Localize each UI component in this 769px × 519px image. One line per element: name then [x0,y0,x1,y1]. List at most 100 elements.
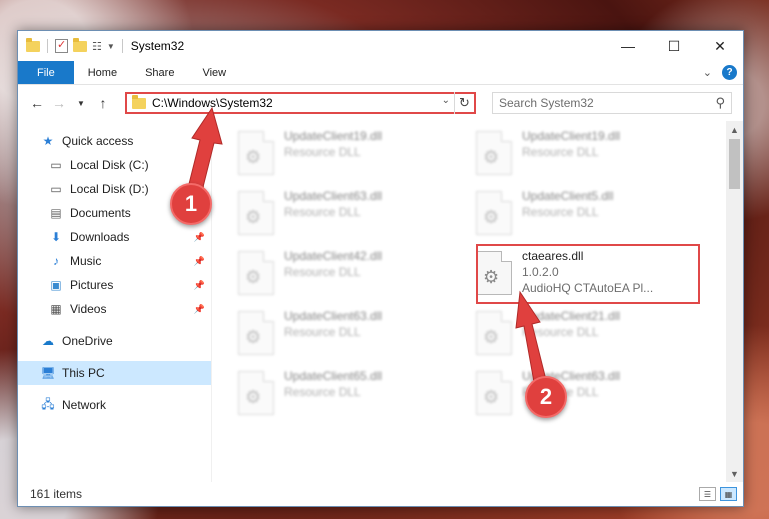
window-controls: — ☐ ✕ [605,31,743,61]
videos-icon: ▦ [50,302,62,316]
chevron-down-icon[interactable]: ▼ [107,42,115,51]
sidebar-item-onedrive[interactable]: ☁ OneDrive [18,329,211,353]
navigation-pane: ★ Quick access ▭ Local Disk (C:) ▭ Local… [18,121,212,482]
pin-icon[interactable]: 📌 [194,280,205,291]
file-description: Resource DLL [284,265,361,279]
gear-icon: ⚙ [245,327,262,347]
sidebar-item-videos[interactable]: ▦ Videos 📌 [18,297,211,321]
quick-access-toolbar: ☷ ▼ [26,37,125,53]
file-name: UpdateClient19.dll [522,129,621,143]
file-description: Resource DLL [284,145,361,159]
sidebar-item-label: This PC [62,366,105,380]
tab-share[interactable]: Share [131,61,188,84]
search-placeholder: Search System32 [499,96,594,110]
file-item[interactable]: ⚙ UpdateClient21.dll Resource DLL [476,309,701,359]
expand-ribbon-icon[interactable]: ⌄ [703,66,712,79]
file-name: UpdateClient63.dll [284,309,383,323]
file-list: ⚙ UpdateClient19.dll Resource DLL ⚙ Updat… [212,121,743,482]
content-area: ★ Quick access ▭ Local Disk (C:) ▭ Local… [18,121,743,482]
scroll-up-icon[interactable]: ▲ [726,121,743,138]
gear-icon: ⚙ [245,387,262,407]
sidebar-item-music[interactable]: ♪ Music 📌 [18,249,211,273]
scrollbar-thumb[interactable] [729,139,740,189]
sidebar-item-label: Music [70,254,102,268]
sidebar-item-label: Downloads [70,230,130,244]
refresh-icon[interactable]: ↻ [454,92,474,114]
ribbon-tabs: File Home Share View ⌄ ? [18,61,743,85]
file-item[interactable]: ⚙ UpdateClient19.dll Resource DLL [238,129,463,179]
tiles-view-icon[interactable]: ▦ [720,487,737,501]
file-item[interactable]: ⚙ UpdateClient63.dllResource DLL [238,309,463,359]
computer-icon: 🖥 [40,366,56,380]
network-icon: 🖧 [41,396,55,411]
file-item[interactable]: ⚙ UpdateClient42.dll Resource DLL [238,249,463,299]
forward-arrow-icon[interactable]: → [48,95,70,111]
help-icon[interactable]: ? [722,65,737,80]
close-button[interactable]: ✕ [697,31,743,61]
vertical-scrollbar[interactable]: ▲ ▼ [726,121,743,482]
toolbar-divider [121,39,123,53]
file-item[interactable]: ⚙ UpdateClient63.dllResource DLL [476,369,701,419]
up-arrow-icon[interactable]: ↑ [92,95,114,111]
gear-icon: ⚙ [483,207,500,227]
scroll-down-icon[interactable]: ▼ [726,465,743,482]
tab-home[interactable]: Home [74,61,131,84]
cloud-icon: ☁ [42,334,54,348]
file-item[interactable]: ⚙ UpdateClient63.dllResource DLL [238,189,463,239]
chevron-down-icon[interactable]: ⌄ [442,95,450,106]
properties-icon[interactable] [55,38,68,53]
address-path: C:\Windows\System32 [152,96,273,110]
gear-icon: ⚙ [483,327,500,347]
gear-icon: ⚙ [245,147,262,167]
explorer-window: ☷ ▼ System32 — ☐ ✕ File Home Share View … [17,30,744,507]
view-toggle: ☰ ▦ [699,487,737,501]
drive-icon: ▭ [50,182,62,196]
pin-icon[interactable]: 📌 [194,232,205,243]
minimize-button[interactable]: — [605,31,651,61]
item-count: 161 items [30,487,83,501]
file-name: UpdateClient21.dll [522,309,621,323]
dll-file-icon: ⚙ [238,371,274,415]
gear-icon: ⚙ [483,387,500,407]
step-2-badge: 2 [525,376,567,418]
file-description: Resource DLL [522,325,599,339]
new-folder-icon[interactable] [73,37,87,52]
sidebar-item-local-disk-c[interactable]: ▭ Local Disk (C:) [18,153,211,177]
sidebar-item-pictures[interactable]: ▣ Pictures 📌 [18,273,211,297]
toolbar-divider [47,39,48,53]
file-item[interactable]: ⚙ UpdateClient19.dll Resource DLL [476,129,701,179]
navigation-bar: ← → ▼ ↑ C:\Windows\System32 ⌄ ↻ Search S… [18,85,743,121]
customize-toolbar-icon[interactable]: ☷ [92,40,102,53]
details-view-icon[interactable]: ☰ [699,487,716,501]
dll-file-icon: ⚙ [476,131,512,175]
folder-icon [26,37,40,52]
pin-icon[interactable]: 📌 [194,304,205,315]
sidebar-item-downloads[interactable]: ⬇ Downloads 📌 [18,225,211,249]
tab-view[interactable]: View [188,61,240,84]
sidebar-item-network[interactable]: 🖧 Network [18,393,211,417]
recent-locations-icon[interactable]: ▼ [70,99,92,108]
file-item[interactable]: ⚙ UpdateClient65.dll Resource DLL [238,369,463,419]
step-1-badge: 1 [170,183,212,225]
pictures-icon: ▣ [50,278,62,292]
window-title: System32 [130,39,185,53]
sidebar-item-quick-access[interactable]: ★ Quick access [18,129,211,153]
search-icon[interactable]: ⚲ [715,95,725,111]
sidebar-item-label: Local Disk (D:) [70,182,149,196]
sidebar-item-this-pc[interactable]: 🖥 This PC [18,361,211,385]
maximize-button[interactable]: ☐ [651,31,697,61]
tab-file[interactable]: File [18,61,74,84]
pin-icon[interactable]: 📌 [194,256,205,267]
back-arrow-icon[interactable]: ← [26,95,48,111]
sidebar-item-label: Local Disk (C:) [70,158,149,172]
address-bar[interactable]: C:\Windows\System32 ⌄ ↻ [125,92,476,114]
file-item[interactable]: ⚙ UpdateClient5.dll Resource DLL [476,189,701,239]
search-input[interactable]: Search System32 ⚲ [492,92,732,114]
title-bar: ☷ ▼ System32 — ☐ ✕ [18,31,743,61]
file-name: UpdateClient19.dll [284,129,383,143]
sidebar-item-label: Videos [70,302,107,316]
gear-icon: ⚙ [245,267,262,287]
dll-file-icon: ⚙ [238,311,274,355]
